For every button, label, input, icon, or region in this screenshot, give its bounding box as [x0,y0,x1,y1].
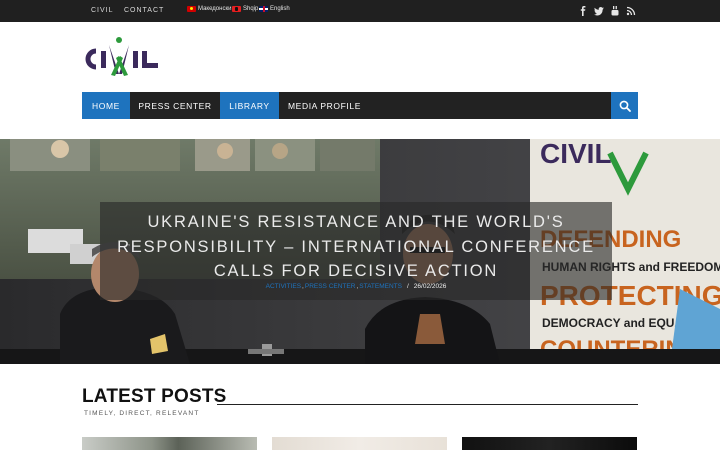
topbar-link-contact[interactable]: CONTACT [124,7,164,14]
heading-rule [217,404,638,405]
svg-text:CIVIL: CIVIL [540,139,612,169]
main-navigation: HOME PRESS CENTER LIBRARY MEDIA PROFILE [82,92,638,119]
nav-item-library[interactable]: LIBRARY [220,92,279,119]
language-label: Shqip [243,6,259,12]
language-english[interactable]: English [259,6,290,12]
search-icon [619,100,631,112]
latest-posts-heading: LATEST POSTS [82,386,227,407]
nav-item-press-center[interactable]: PRESS CENTER [130,92,220,119]
language-albanian[interactable]: Shqip [232,6,258,12]
post-thumbnail[interactable] [82,437,257,450]
topbar-link-civil[interactable]: CIVIL [91,7,114,14]
language-label: English [270,6,290,12]
meta-divider: / [406,283,409,290]
gb-flag-icon [259,6,268,12]
facebook-icon[interactable] [577,5,589,17]
hero-post-title[interactable]: UKRAINE'S RESISTANCE AND THE WORLD'S RES… [110,210,602,284]
rss-icon[interactable] [625,5,637,17]
search-button[interactable] [611,92,638,119]
al-flag-icon [232,6,241,12]
category-link-statements[interactable]: STATEMENTS [359,283,402,290]
post-date: 26/02/2026 [413,283,447,290]
civil-logo[interactable] [82,34,162,80]
nav-item-media-profile[interactable]: MEDIA PROFILE [279,92,370,119]
hero-caption-box: UKRAINE'S RESISTANCE AND THE WORLD'S RES… [100,202,612,300]
latest-posts-subtitle: TIMELY, DIRECT, RELEVANT [84,410,200,417]
category-link-activities[interactable]: ACTIVITIES [266,283,301,290]
language-label: Македонски [198,6,232,12]
twitter-icon[interactable] [593,5,605,17]
hero-featured-post[interactable]: CIVIL DEFENDING HUMAN RIGHTS and FREEDOM… [0,139,720,364]
language-macedonian[interactable]: Македонски [187,6,231,12]
hero-post-meta: ACTIVITIES, PRESS CENTER, STATEMENTS / 2… [100,283,612,290]
nav-item-home[interactable]: HOME [82,92,130,119]
post-thumbnail[interactable] [272,437,447,450]
mk-flag-icon [187,6,196,12]
post-thumbnail[interactable] [462,437,637,450]
category-separator: , [302,283,304,290]
youtube-icon[interactable] [609,5,621,17]
top-utility-bar: CIVIL CONTACT Македонски Shqip English [0,0,720,22]
category-link-press-center[interactable]: PRESS CENTER [305,283,356,290]
category-separator: , [356,283,359,290]
